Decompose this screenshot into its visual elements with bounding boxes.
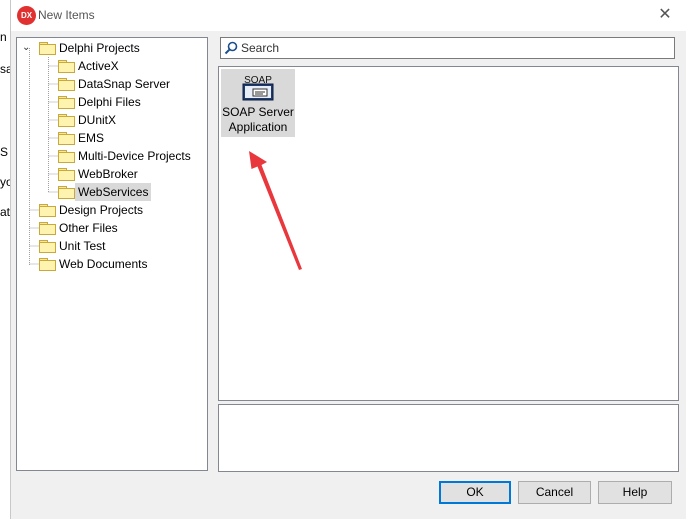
tree-item-multi-device-projects[interactable]: Multi-Device Projects <box>17 147 207 165</box>
tree-item-design-projects[interactable]: Design Projects <box>17 201 207 219</box>
tree-item-label: EMS <box>78 131 105 145</box>
soap-server-icon: SOAP <box>242 75 274 101</box>
tree-item-ems[interactable]: EMS <box>17 129 207 147</box>
background-fragment: n <box>0 30 7 44</box>
folder-icon <box>39 42 56 55</box>
tree-item-dunitx[interactable]: DUnitX <box>17 111 207 129</box>
tree-item-label: Web Documents <box>59 257 148 271</box>
help-button[interactable]: Help <box>598 481 672 504</box>
item-label: SOAP Server Application <box>222 105 294 134</box>
tree-item-unit-test[interactable]: Unit Test <box>17 237 207 255</box>
search-input[interactable] <box>241 39 661 57</box>
tree-item-label: Multi-Device Projects <box>78 149 191 163</box>
folder-icon <box>39 204 56 217</box>
description-panel <box>218 404 679 472</box>
background-window-strip: n sa S yo at <box>0 0 10 519</box>
folder-icon <box>58 186 75 199</box>
items-gallery[interactable]: SOAP SOAP Server Application <box>218 66 679 401</box>
tree-item-label: DataSnap Server <box>78 77 171 91</box>
tree-item-label: DUnitX <box>78 113 117 127</box>
search-icon <box>224 41 238 55</box>
tree-item-delphi-projects[interactable]: ⌄ Delphi Projects <box>17 39 207 57</box>
tree-item-label: WebBroker <box>78 167 138 181</box>
soap-icon-text: SOAP <box>244 75 272 86</box>
background-fragment: sa <box>0 62 10 76</box>
tree-item-web-documents[interactable]: Web Documents <box>17 255 207 273</box>
tree-item-label: ActiveX <box>78 59 119 73</box>
folder-icon <box>58 114 75 127</box>
background-fragment: at <box>0 205 10 219</box>
category-tree[interactable]: ⌄ Delphi Projects ActiveX DataSnap Serve… <box>16 37 208 471</box>
folder-icon <box>58 150 75 163</box>
dialog-title: New Items <box>38 8 95 22</box>
folder-icon <box>39 240 56 253</box>
tree-item-label: Other Files <box>59 221 118 235</box>
item-soap-server-application[interactable]: SOAP SOAP Server Application <box>221 69 295 137</box>
close-button[interactable]: ✕ <box>654 4 676 26</box>
tree-item-webbroker[interactable]: WebBroker <box>17 165 207 183</box>
ok-button[interactable]: OK <box>439 481 511 504</box>
tree-item-other-files[interactable]: Other Files <box>17 219 207 237</box>
tree-item-activex[interactable]: ActiveX <box>17 57 207 75</box>
folder-icon <box>39 258 56 271</box>
delphi-logo-icon: DX <box>17 6 36 25</box>
tree-item-datasnap-server[interactable]: DataSnap Server <box>17 75 207 93</box>
tree-item-label: WebServices <box>75 183 152 201</box>
folder-icon <box>58 168 75 181</box>
cancel-button[interactable]: Cancel <box>518 481 591 504</box>
search-box[interactable] <box>220 37 675 59</box>
background-fragment: yo <box>0 175 10 189</box>
tree-item-webservices[interactable]: WebServices <box>17 183 207 201</box>
tree-item-label: Delphi Files <box>78 95 141 109</box>
new-items-dialog: DX New Items ✕ ⌄ Delphi Projects ActiveX… <box>10 0 686 519</box>
folder-icon <box>58 96 75 109</box>
chevron-down-icon[interactable]: ⌄ <box>22 39 30 57</box>
title-bar: DX New Items ✕ <box>11 0 686 31</box>
background-fragment: S <box>0 145 9 159</box>
tree-item-label: Design Projects <box>59 203 144 217</box>
tree-item-delphi-files[interactable]: Delphi Files <box>17 93 207 111</box>
folder-icon <box>58 60 75 73</box>
folder-icon <box>58 132 75 145</box>
folder-icon <box>58 78 75 91</box>
tree-item-label: Unit Test <box>59 239 106 253</box>
tree-item-label: Delphi Projects <box>59 41 140 55</box>
folder-icon <box>39 222 56 235</box>
